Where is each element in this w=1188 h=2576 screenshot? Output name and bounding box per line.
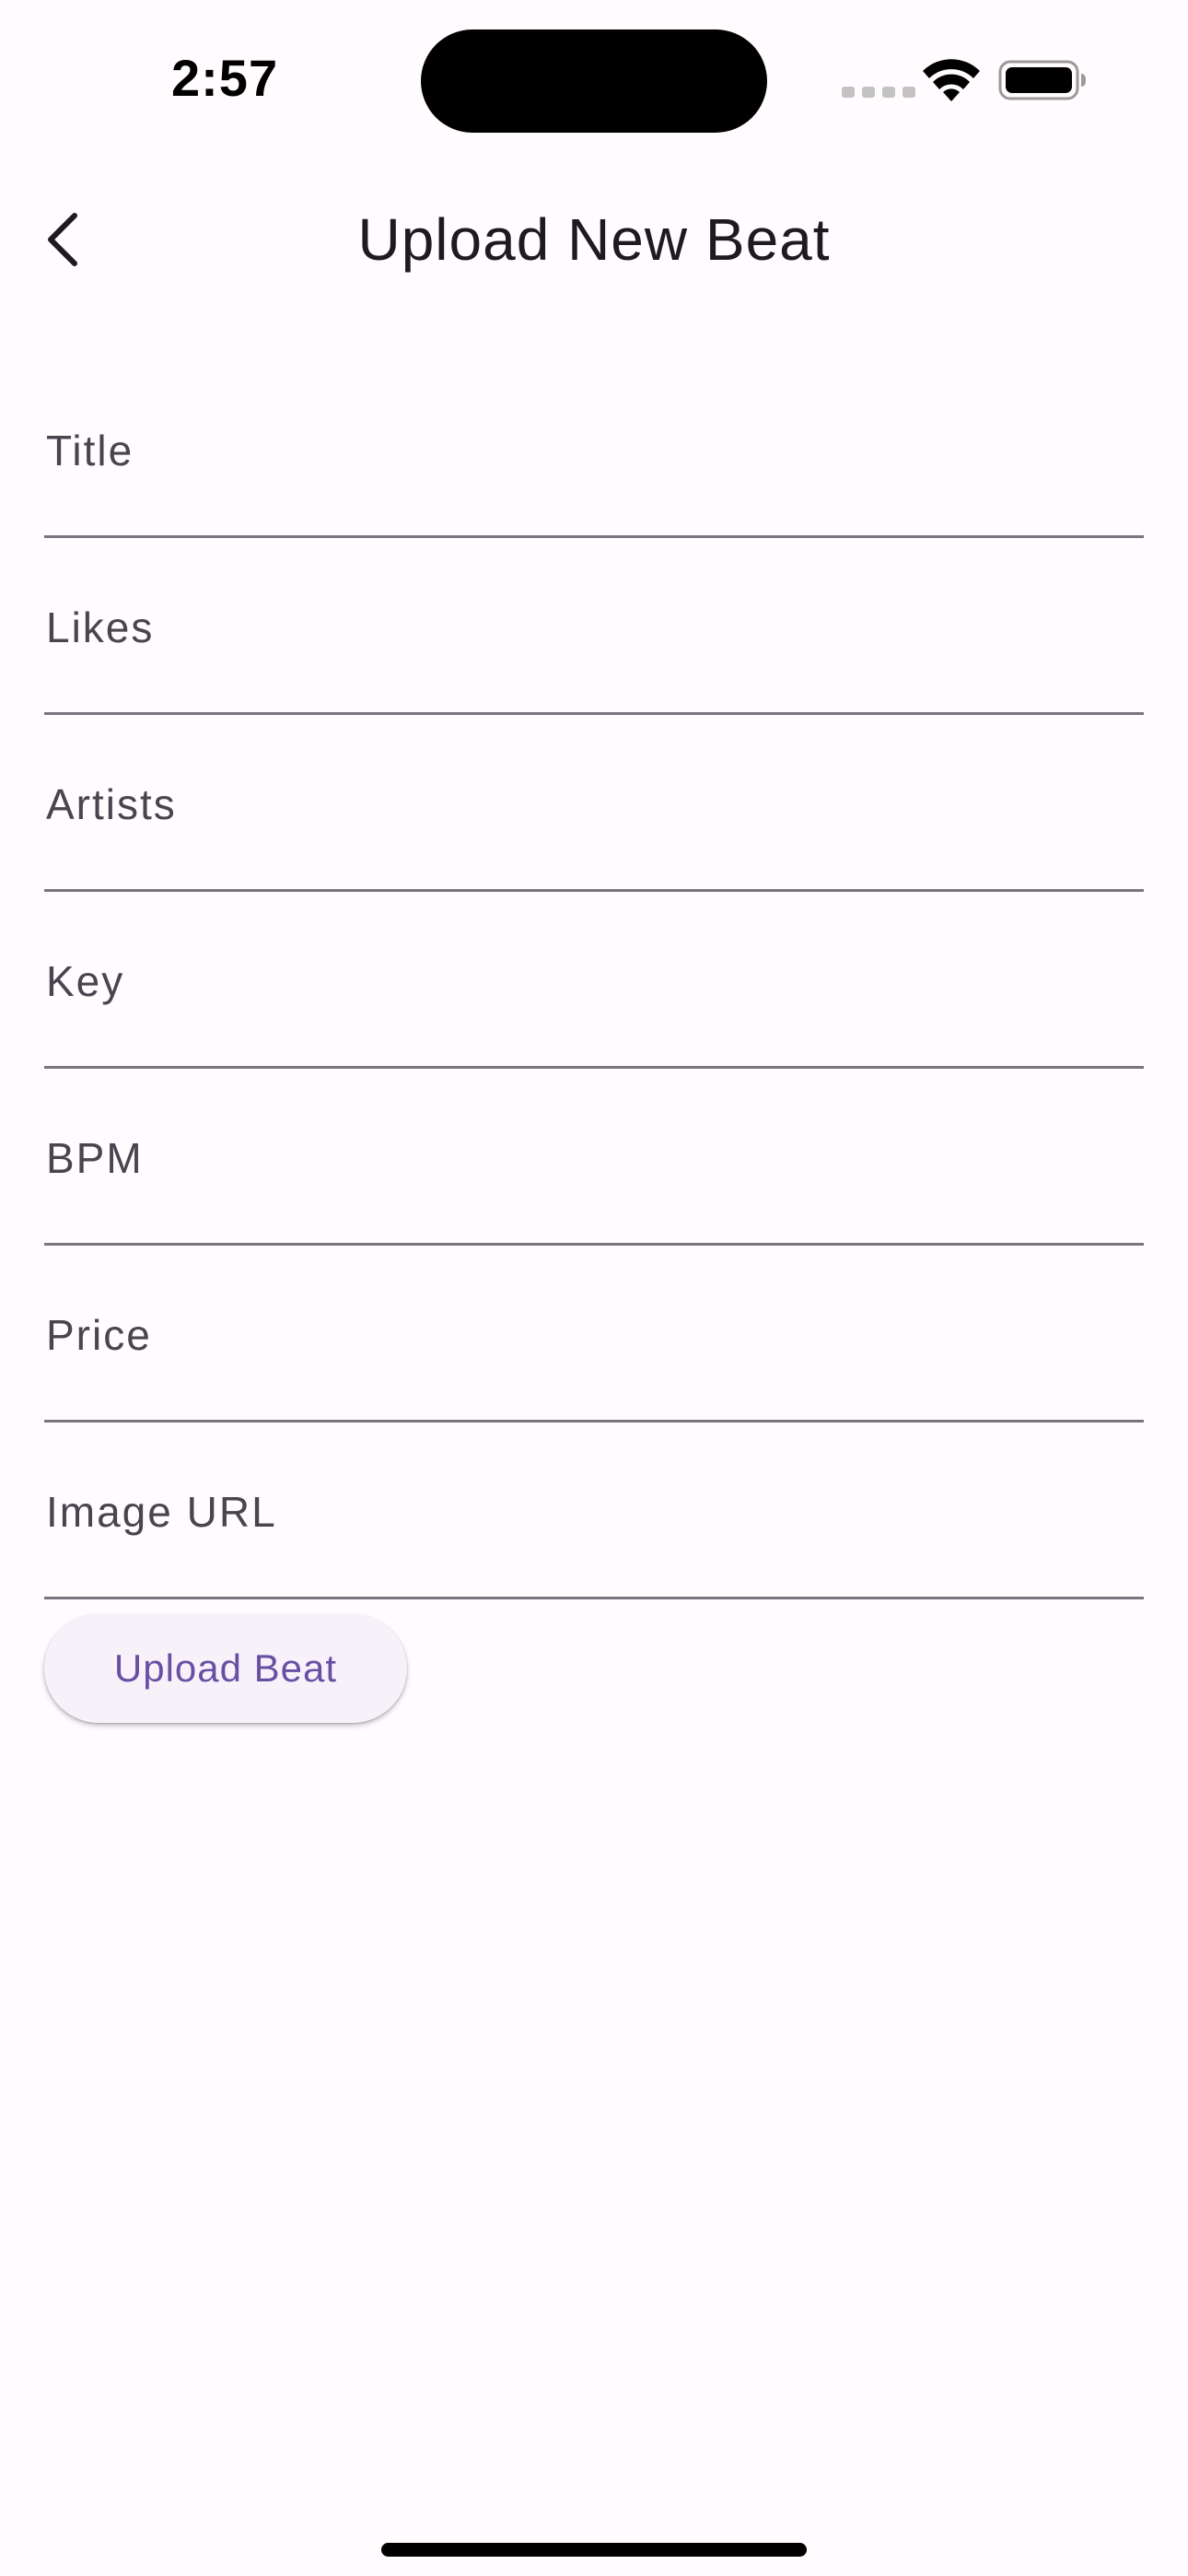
- title-field[interactable]: Title: [44, 361, 1144, 538]
- upload-beat-button[interactable]: Upload Beat: [44, 1614, 407, 1723]
- back-button[interactable]: [22, 199, 103, 280]
- upload-beat-form: Title Likes Artists Key BPM Price Image …: [44, 361, 1144, 1599]
- price-field-label: Price: [46, 1311, 152, 1359]
- likes-field-label: Likes: [46, 603, 155, 651]
- app-bar: Upload New Beat: [0, 175, 1188, 304]
- status-time: 2:57: [171, 49, 279, 107]
- cellular-signal-icon: [842, 87, 915, 98]
- bpm-field-label: BPM: [46, 1134, 144, 1182]
- battery-icon: [998, 60, 1086, 100]
- title-field-label: Title: [46, 427, 134, 474]
- likes-field[interactable]: Likes: [44, 538, 1144, 715]
- chevron-left-icon: [48, 213, 77, 266]
- artists-field-label: Artists: [46, 780, 177, 828]
- wifi-icon: [923, 59, 980, 101]
- status-bar: 2:57: [0, 0, 1188, 157]
- key-field[interactable]: Key: [44, 892, 1144, 1069]
- home-indicator[interactable]: [381, 2543, 807, 2557]
- artists-field[interactable]: Artists: [44, 715, 1144, 892]
- dynamic-island: [421, 29, 767, 133]
- key-field-label: Key: [46, 957, 125, 1005]
- price-field[interactable]: Price: [44, 1246, 1144, 1423]
- bpm-field[interactable]: BPM: [44, 1069, 1144, 1246]
- image-url-field[interactable]: Image URL: [44, 1423, 1144, 1599]
- page-title: Upload New Beat: [357, 206, 831, 273]
- image-url-field-label: Image URL: [46, 1488, 277, 1536]
